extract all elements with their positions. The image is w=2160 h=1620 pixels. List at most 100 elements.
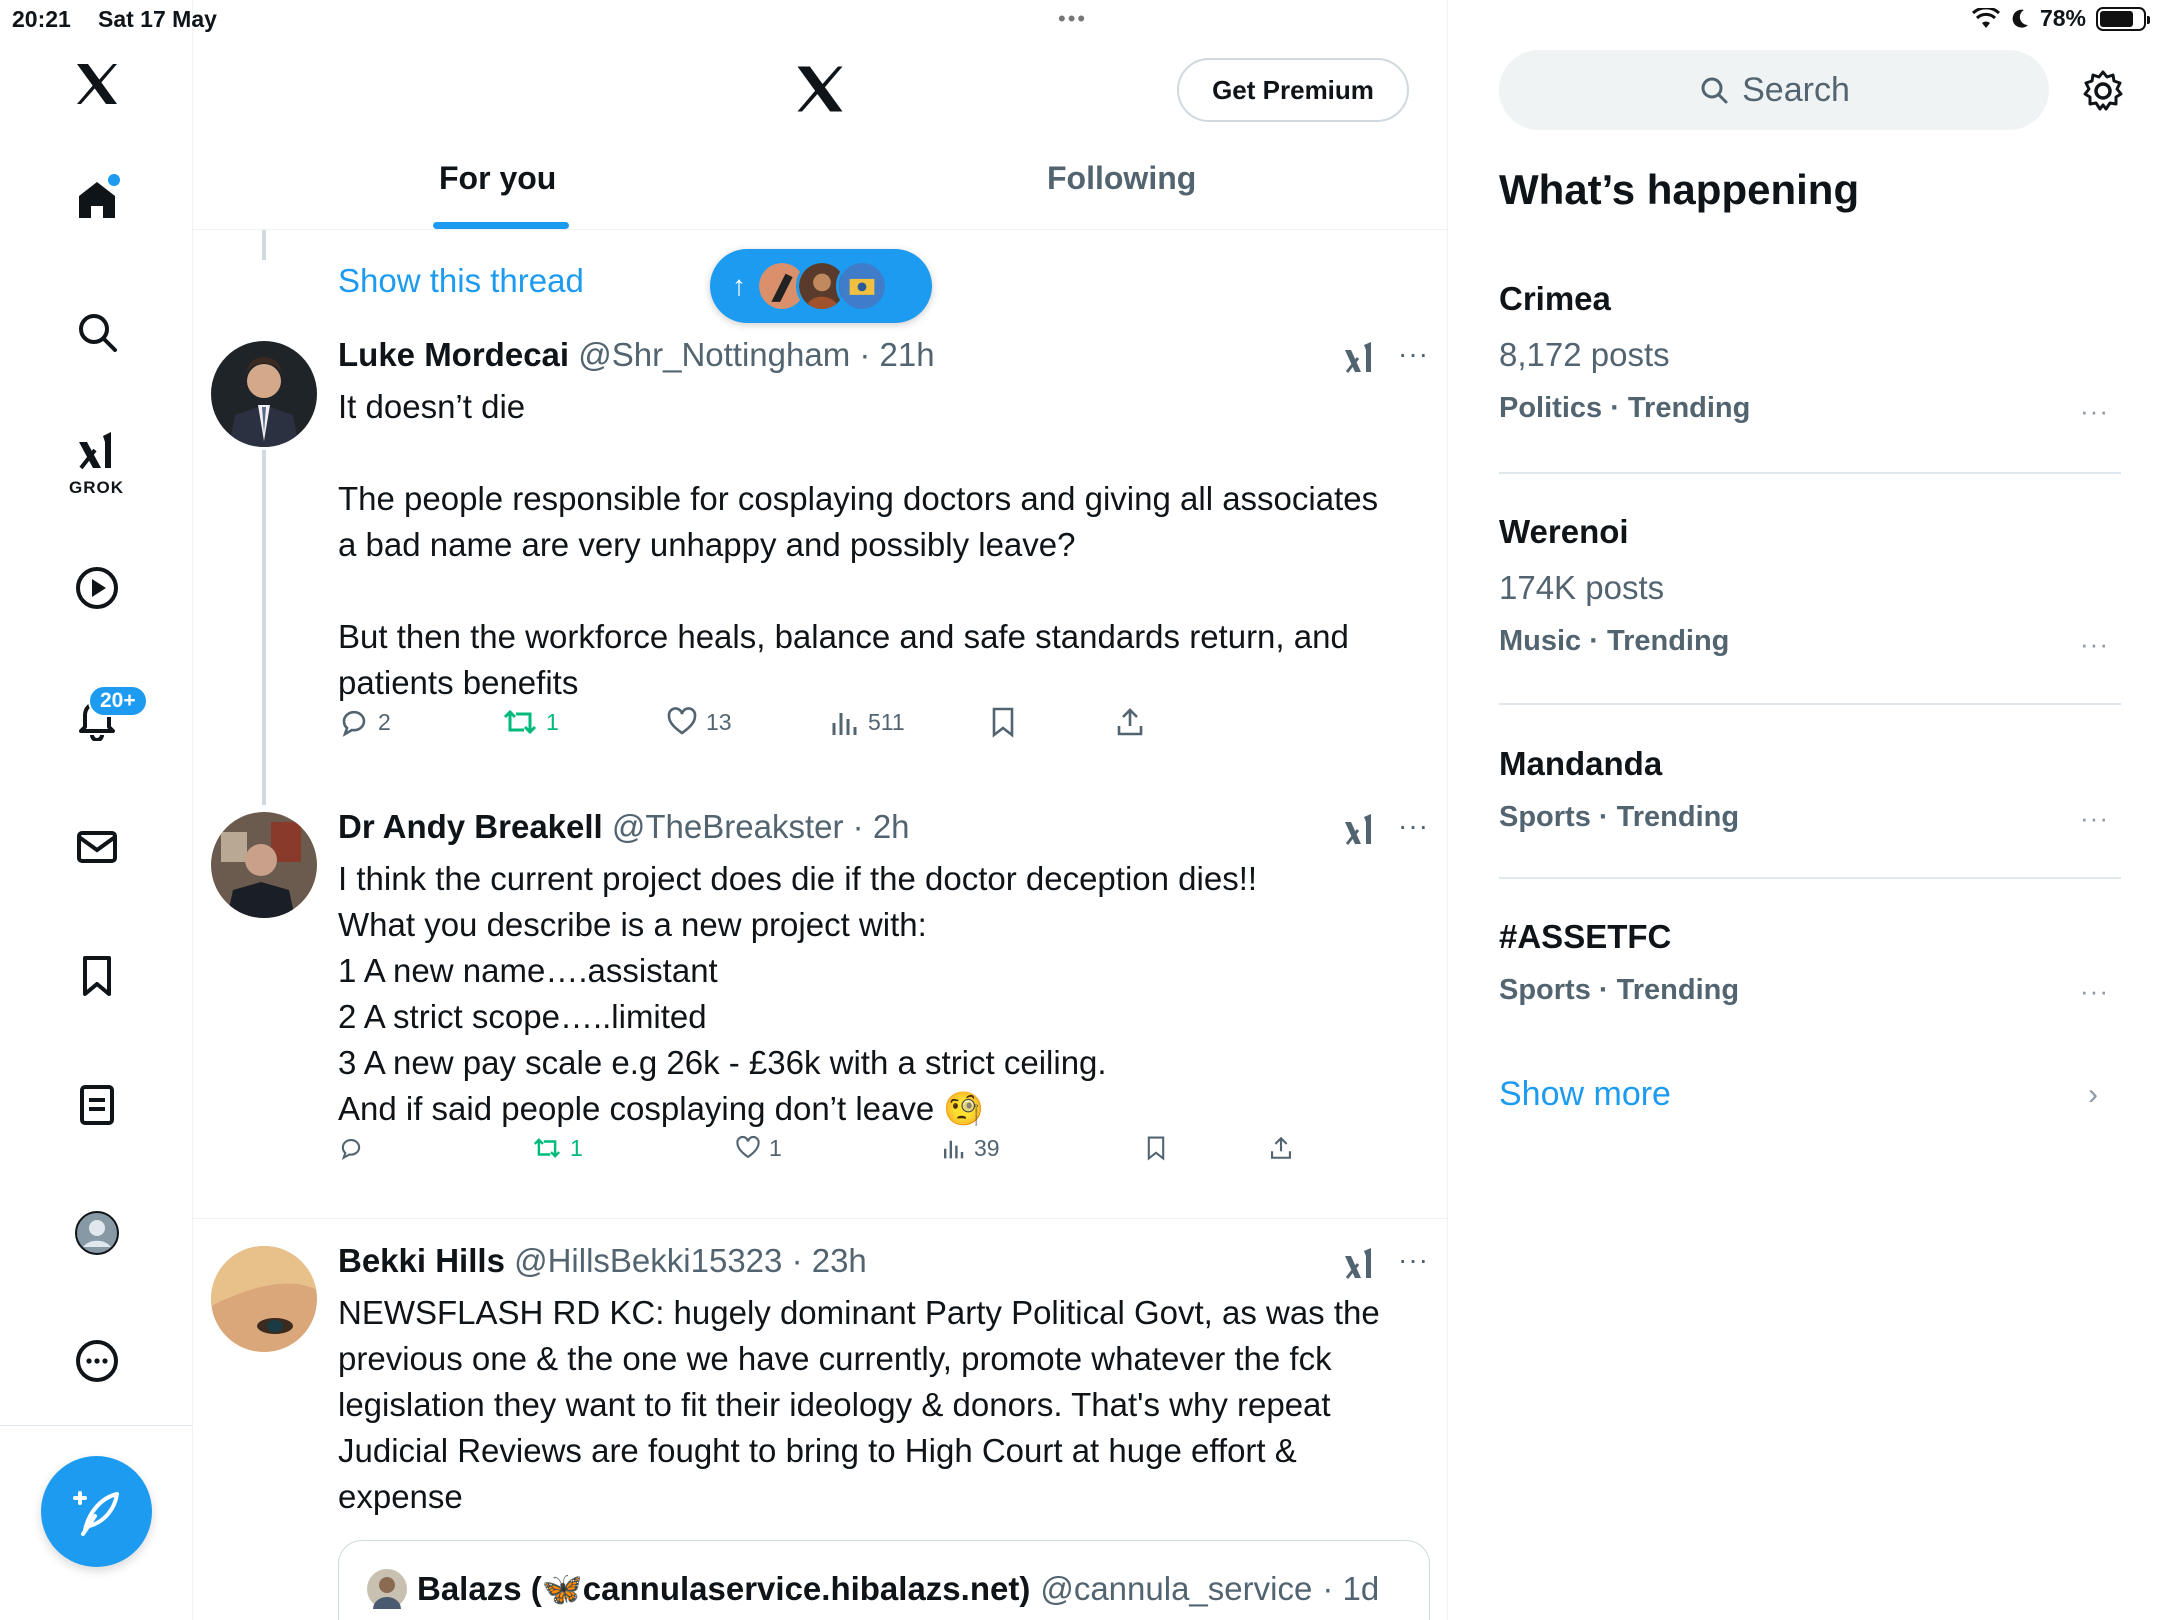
trend-divider (1499, 472, 2121, 474)
status-time: 20:21 (12, 6, 71, 32)
grok-explain-icon[interactable] (1341, 340, 1377, 376)
author-handle[interactable]: @Shr_Nottingham (578, 336, 850, 373)
share-button[interactable] (1114, 706, 1146, 738)
battery-icon (2096, 6, 2150, 31)
trend-more-options[interactable]: ··· (2080, 976, 2109, 1007)
post-time[interactable]: · 2h (853, 808, 910, 845)
grok-explain-icon[interactable] (1341, 812, 1377, 848)
thread-line-top (262, 230, 266, 260)
reply-button[interactable] (338, 1135, 372, 1161)
x-logo[interactable] (0, 60, 193, 108)
post-text: NEWSFLASH RD KC: hugely dominant Party P… (338, 1294, 1380, 1515)
trend-category: Sports · Trending (1499, 974, 1740, 1006)
author-handle[interactable]: @HillsBekki15323 (514, 1242, 782, 1279)
trend-more-options[interactable]: ··· (2080, 396, 2109, 427)
trend-item[interactable]: #ASSETFC Sports · Trending ··· (1499, 918, 2121, 1007)
author-handle[interactable]: @TheBreakster (612, 808, 844, 845)
search-placeholder: Search (1742, 70, 1850, 109)
views-button[interactable]: 511 (830, 707, 905, 737)
nav-bookmarks[interactable] (0, 952, 193, 1000)
post-time[interactable]: · 21h (859, 336, 934, 373)
nav-profile[interactable] (0, 1209, 193, 1257)
status-bar: 20:21 Sat 17 May ••• 78% (0, 0, 2160, 40)
avatar[interactable] (211, 812, 317, 918)
show-thread-link[interactable]: Show this thread (338, 262, 584, 300)
trend-category: Politics · Trending (1499, 392, 1751, 424)
post-more-options[interactable]: ··· (1398, 338, 1429, 370)
nav-lists[interactable] (0, 1081, 193, 1129)
bookmark-icon (82, 956, 111, 996)
like-button[interactable]: 1 (735, 1135, 782, 1162)
like-button[interactable]: 13 (666, 706, 732, 738)
bookmark-post-button[interactable] (988, 706, 1018, 738)
trend-item[interactable]: Werenoi 174K posts Music · Trending ··· (1499, 513, 2121, 660)
gear-icon[interactable] (2080, 68, 2126, 114)
x-logo-icon (76, 64, 117, 104)
new-posts-pill[interactable]: ↑ (710, 249, 932, 323)
nav-explore[interactable] (0, 308, 193, 356)
battery-percent: 78% (2039, 5, 2086, 31)
play-circle-icon (75, 567, 118, 609)
nav-videos[interactable] (0, 564, 193, 612)
repost-icon (533, 1138, 561, 1158)
quoted-post-time[interactable]: · 1d (1322, 1570, 1379, 1608)
quoted-post[interactable]: Balazs (🦋cannulaservice.hibalazs.net) @c… (338, 1540, 1430, 1620)
compose-feather-icon (72, 1490, 119, 1536)
author-name[interactable]: Dr Andy Breakell (338, 808, 603, 845)
reply-count: 2 (378, 708, 391, 735)
compose-post-button[interactable] (41, 1456, 152, 1567)
repost-button[interactable]: 1 (532, 1135, 583, 1162)
post-more-options[interactable]: ··· (1398, 1244, 1429, 1276)
view-count: 511 (868, 708, 905, 735)
header-x-logo[interactable] (793, 62, 847, 121)
quoted-post-header: Balazs (🦋cannulaservice.hibalazs.net) @c… (367, 1569, 1379, 1609)
quote-avatar (367, 1569, 407, 1609)
share-button[interactable] (1268, 1135, 1294, 1161)
trend-name: Werenoi (1499, 513, 1629, 550)
tab-for-you[interactable]: For you (439, 160, 556, 197)
chevron-right-icon[interactable]: › (2088, 1078, 2098, 1112)
search-input[interactable]: Search (1499, 50, 2049, 130)
grok-explain-icon[interactable] (1341, 1246, 1377, 1282)
status-indicators: 78% (1971, 5, 2150, 32)
post-header: Bekki Hills @HillsBekki15323 · 23h (338, 1242, 867, 1280)
show-more-link[interactable]: Show more (1499, 1075, 1671, 1114)
views-chart-icon (832, 713, 857, 735)
views-button[interactable]: 39 (942, 1135, 1000, 1162)
post-more-options[interactable]: ··· (1398, 810, 1429, 842)
trend-item[interactable]: Mandanda Sports · Trending ··· (1499, 745, 2121, 834)
bookmark-post-button[interactable] (1144, 1135, 1168, 1161)
nav-more[interactable] (0, 1337, 193, 1385)
moon-icon (2012, 9, 2028, 28)
quoted-author-name[interactable]: Balazs (🦋cannulaservice.hibalazs.net) (417, 1570, 1030, 1609)
reply-button[interactable]: 2 (338, 706, 391, 738)
more-circle-icon (75, 1340, 118, 1382)
reply-icon (342, 710, 366, 737)
tab-following[interactable]: Following (1047, 160, 1196, 197)
reply-icon (341, 1139, 361, 1161)
get-premium-button[interactable]: Get Premium (1177, 58, 1409, 122)
author-name[interactable]: Bekki Hills (338, 1242, 505, 1279)
trend-name: #ASSETFC (1499, 918, 1672, 955)
multitasking-dots[interactable]: ••• (1058, 6, 1087, 32)
post-time[interactable]: · 23h (792, 1242, 867, 1279)
avatar[interactable] (211, 341, 317, 447)
search-icon (1701, 77, 1728, 104)
post-header: Dr Andy Breakell @TheBreakster · 2h (338, 808, 910, 846)
quoted-author-handle[interactable]: @cannula_service (1040, 1570, 1312, 1608)
nav-grok[interactable]: GROK (0, 428, 193, 498)
wifi-icon (1971, 7, 2000, 28)
right-sidebar: Search What’s happening Crimea 8,172 pos… (1448, 0, 2160, 1620)
nav-home[interactable] (0, 176, 193, 224)
post-text: I think the current project does die if … (338, 860, 1258, 1127)
author-name[interactable]: Luke Mordecai (338, 336, 569, 373)
trend-more-options[interactable]: ··· (2080, 629, 2109, 660)
nav-messages[interactable] (0, 823, 193, 871)
notifications-badge: 20+ (88, 685, 148, 717)
trend-divider (1499, 703, 2121, 705)
post-header: Luke Mordecai @Shr_Nottingham · 21h (338, 336, 935, 374)
repost-button[interactable]: 1 (502, 706, 559, 738)
trend-item[interactable]: Crimea 8,172 posts Politics · Trending ·… (1499, 280, 2121, 427)
avatar[interactable] (211, 1246, 317, 1352)
trend-more-options[interactable]: ··· (2080, 803, 2109, 834)
